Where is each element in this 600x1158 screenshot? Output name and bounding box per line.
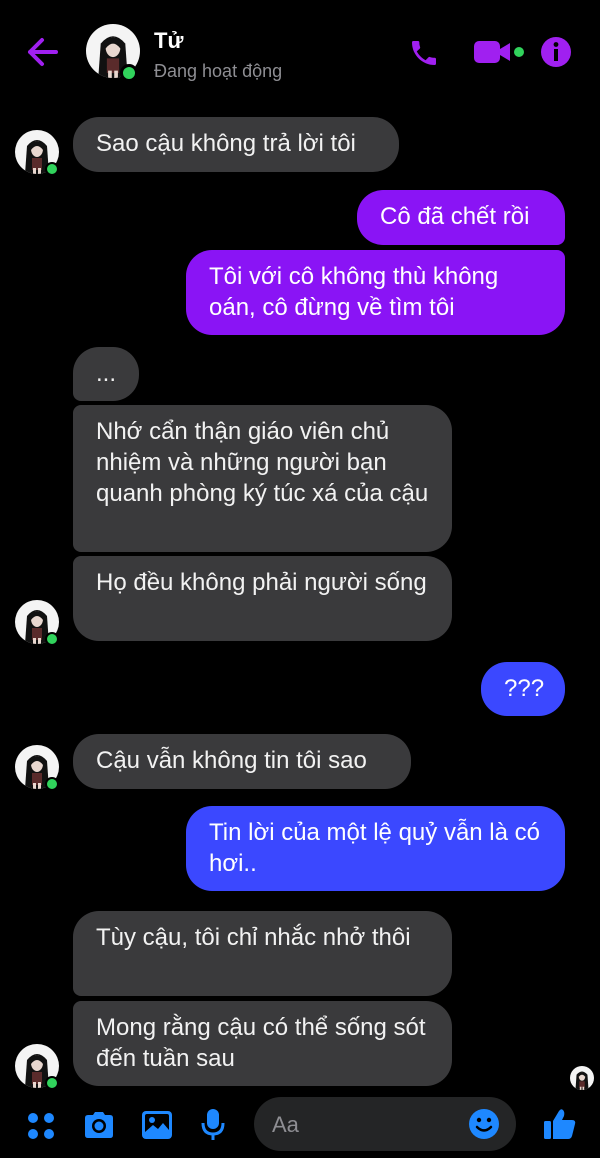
message-outgoing[interactable]: Tin lời của một lệ quỷ vẫn là có hơi.. xyxy=(186,806,565,891)
message-outgoing[interactable]: Cô đã chết rồi xyxy=(357,190,565,245)
online-indicator xyxy=(45,632,59,646)
contact-name[interactable]: Tử xyxy=(154,28,183,54)
message-incoming[interactable]: Sao cậu không trả lời tôi xyxy=(73,117,399,172)
message-incoming[interactable]: Cậu vẫn không tin tôi sao xyxy=(73,734,411,789)
gallery-icon[interactable] xyxy=(141,1110,173,1140)
microphone-icon[interactable] xyxy=(200,1108,226,1142)
video-call-icon[interactable] xyxy=(472,39,526,65)
menu-dots-icon[interactable] xyxy=(27,1112,55,1140)
online-indicator xyxy=(120,64,138,82)
message-input[interactable] xyxy=(270,1109,454,1141)
back-arrow-icon[interactable] xyxy=(24,36,60,68)
thumbs-up-icon[interactable] xyxy=(543,1107,577,1141)
message-outgoing[interactable]: ??? xyxy=(481,662,565,716)
contact-status: Đang hoạt động xyxy=(154,61,283,81)
chat-header: Tử Đang hoạt động xyxy=(0,0,600,105)
message-outgoing[interactable]: Tôi với cô không thù không oán, cô đừng … xyxy=(186,250,565,335)
message-incoming[interactable]: Họ đều không phải người sống xyxy=(73,556,452,641)
seen-avatar xyxy=(570,1066,594,1090)
message-incoming[interactable]: Tùy cậu, tôi chỉ nhắc nhở thôi xyxy=(73,911,452,996)
phone-call-icon[interactable] xyxy=(408,37,440,69)
message-incoming[interactable]: Nhớ cẩn thận giáo viên chủ nhiệm và nhữn… xyxy=(73,405,452,552)
message-incoming[interactable]: Mong rằng cậu có thể sống sót đến tuần s… xyxy=(73,1001,452,1086)
info-icon[interactable] xyxy=(540,36,572,68)
message-incoming[interactable]: ... xyxy=(73,347,139,401)
online-indicator xyxy=(45,777,59,791)
camera-icon[interactable] xyxy=(82,1110,116,1140)
online-indicator xyxy=(45,162,59,176)
online-indicator xyxy=(45,1076,59,1090)
message-input-container[interactable] xyxy=(254,1097,516,1151)
emoji-icon[interactable] xyxy=(468,1108,500,1140)
